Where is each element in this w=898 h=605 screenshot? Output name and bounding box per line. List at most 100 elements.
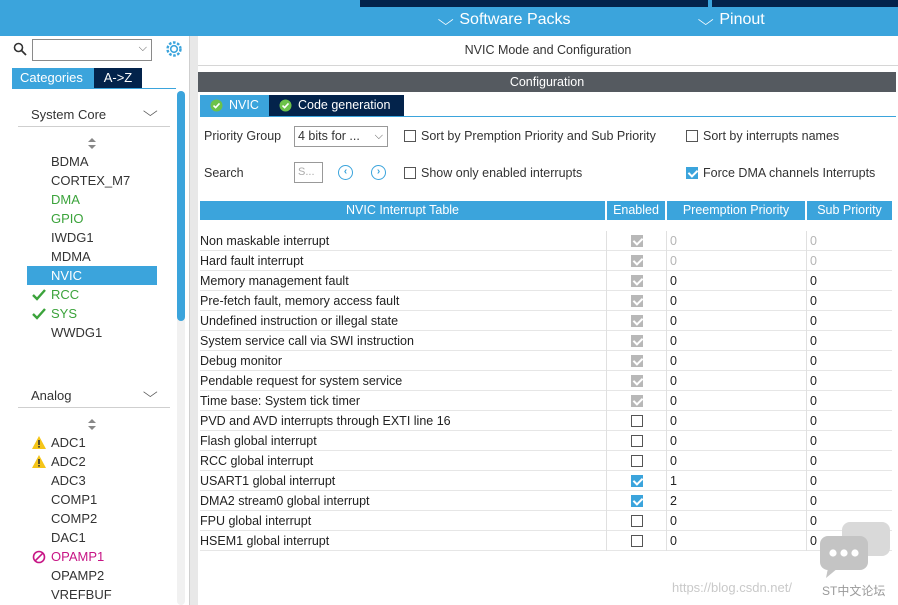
checkbox[interactable] <box>686 130 698 142</box>
preemption-priority-cell[interactable]: 0 <box>666 291 806 311</box>
preemption-priority-cell[interactable]: 0 <box>666 371 806 391</box>
chevron-down-icon[interactable]: ⌵ <box>139 42 147 55</box>
section-system-core[interactable]: System Core ⌵ <box>18 101 170 127</box>
preemption-priority-cell[interactable]: 0 <box>666 391 806 411</box>
sidebar-item-iwdg1[interactable]: IWDG1 <box>27 228 157 247</box>
tab-categories[interactable]: Categories <box>12 68 94 88</box>
table-row[interactable]: Time base: System tick timer 0 0 <box>200 391 892 411</box>
checkbox[interactable] <box>404 130 416 142</box>
sidebar-item-bdma[interactable]: BDMA <box>27 152 157 171</box>
sidebar-item-adc1[interactable]: ADC1 <box>27 433 157 452</box>
sort-names-checkbox[interactable]: Sort by interrupts names <box>686 129 839 143</box>
sub-priority-cell[interactable]: 0 <box>806 431 892 451</box>
table-row[interactable]: HSEM1 global interrupt 0 0 <box>200 531 892 551</box>
enabled-checkbox[interactable] <box>631 455 643 467</box>
sidebar-item-wwdg1[interactable]: WWDG1 <box>27 323 157 342</box>
sidebar-item-opamp2[interactable]: OPAMP2 <box>27 566 157 585</box>
preemption-priority-cell[interactable]: 0 <box>666 511 806 531</box>
force-dma-checkbox[interactable]: Force DMA channels Interrupts <box>686 166 875 180</box>
section-analog[interactable]: Analog ⌵ <box>18 382 170 408</box>
col-header-preemption[interactable]: Preemption Priority <box>667 201 805 220</box>
tab-code-generation[interactable]: Code generation <box>269 95 404 116</box>
search-next-icon[interactable]: › <box>371 165 386 180</box>
table-row[interactable]: Memory management fault 0 0 <box>200 271 892 291</box>
panel-splitter[interactable] <box>189 36 198 605</box>
table-row[interactable]: RCC global interrupt 0 0 <box>200 451 892 471</box>
table-row[interactable]: Hard fault interrupt 0 0 <box>200 251 892 271</box>
sort-icon[interactable] <box>88 138 98 152</box>
tab-a-to-z[interactable]: A->Z <box>94 68 142 88</box>
preemption-priority-cell[interactable]: 0 <box>666 271 806 291</box>
sidebar-item-opamp1[interactable]: OPAMP1 <box>27 547 157 566</box>
preemption-priority-cell[interactable]: 0 <box>666 311 806 331</box>
preemption-priority-cell[interactable]: 1 <box>666 471 806 491</box>
sub-priority-cell[interactable]: 0 <box>806 271 892 291</box>
sidebar-item-sys[interactable]: SYS <box>27 304 157 323</box>
table-row[interactable]: Flash global interrupt 0 0 <box>200 431 892 451</box>
checkbox[interactable] <box>404 167 416 179</box>
sidebar-item-dac1[interactable]: DAC1 <box>27 528 157 547</box>
table-row[interactable]: Undefined instruction or illegal state 0 0 <box>200 311 892 331</box>
table-row[interactable]: Debug monitor 0 0 <box>200 351 892 371</box>
sidebar-item-gpio[interactable]: GPIO <box>27 209 157 228</box>
search-prev-icon[interactable]: ‹ <box>338 165 353 180</box>
sub-priority-cell[interactable]: 0 <box>806 491 892 511</box>
table-row[interactable]: USART1 global interrupt 1 0 <box>200 471 892 491</box>
sidebar-item-vrefbuf[interactable]: VREFBUF <box>27 585 157 604</box>
preemption-priority-cell[interactable]: 0 <box>666 411 806 431</box>
sub-priority-cell[interactable]: 0 <box>806 291 892 311</box>
checkbox[interactable] <box>686 167 698 179</box>
enabled-checkbox[interactable] <box>631 475 643 487</box>
sub-priority-cell[interactable]: 0 <box>806 371 892 391</box>
sub-priority-cell[interactable]: 0 <box>806 391 892 411</box>
enabled-checkbox[interactable] <box>631 515 643 527</box>
sidebar-item-adc3[interactable]: ADC3 <box>27 471 157 490</box>
sub-priority-cell[interactable]: 0 <box>806 471 892 491</box>
col-header-enabled[interactable]: Enabled <box>607 201 665 220</box>
table-row[interactable]: Pendable request for system service 0 0 <box>200 371 892 391</box>
col-header-sub-priority[interactable]: Sub Priority <box>807 201 892 220</box>
gear-icon[interactable] <box>164 39 184 59</box>
category-search-input[interactable]: ⌵ <box>32 39 152 61</box>
sidebar-item-adc2[interactable]: ADC2 <box>27 452 157 471</box>
table-row[interactable]: FPU global interrupt 0 0 <box>200 511 892 531</box>
sub-priority-cell[interactable]: 0 <box>806 451 892 471</box>
sort-icon[interactable] <box>88 419 98 433</box>
chevron-down-icon[interactable]: ⌵ <box>143 103 158 120</box>
sidebar-item-cortex-m7[interactable]: CORTEX_M7 <box>27 171 157 190</box>
pinout-menu[interactable]: ⌵ Pinout <box>698 11 765 29</box>
preemption-priority-cell[interactable]: 0 <box>666 251 806 271</box>
sidebar-item-comp2[interactable]: COMP2 <box>27 509 157 528</box>
sidebar-item-rcc[interactable]: RCC <box>27 285 157 304</box>
enabled-checkbox[interactable] <box>631 415 643 427</box>
col-header-name[interactable]: NVIC Interrupt Table <box>200 201 605 220</box>
show-enabled-checkbox[interactable]: Show only enabled interrupts <box>404 166 582 180</box>
table-row[interactable]: Pre-fetch fault, memory access fault 0 0 <box>200 291 892 311</box>
preemption-priority-cell[interactable]: 0 <box>666 431 806 451</box>
sub-priority-cell[interactable]: 0 <box>806 251 892 271</box>
scrollbar-thumb[interactable] <box>177 91 185 321</box>
enabled-checkbox[interactable] <box>631 495 643 507</box>
enabled-checkbox[interactable] <box>631 535 643 547</box>
sidebar-item-comp1[interactable]: COMP1 <box>27 490 157 509</box>
table-row[interactable]: PVD and AVD interrupts through EXTI line… <box>200 411 892 431</box>
sidebar-item-dma[interactable]: DMA <box>27 190 157 209</box>
preemption-priority-cell[interactable]: 0 <box>666 531 806 551</box>
interrupt-search-input[interactable]: S... <box>294 162 323 183</box>
sidebar-item-mdma[interactable]: MDMA <box>27 247 157 266</box>
preemption-priority-cell[interactable]: 0 <box>666 351 806 371</box>
preemption-priority-cell[interactable]: 0 <box>666 331 806 351</box>
priority-group-select[interactable]: 4 bits for ... ⌵ <box>294 126 388 147</box>
search-icon[interactable] <box>13 42 27 56</box>
sub-priority-cell[interactable]: 0 <box>806 351 892 371</box>
sub-priority-cell[interactable]: 0 <box>806 311 892 331</box>
software-packs-menu[interactable]: ⌵ Software Packs <box>438 11 571 29</box>
chevron-down-icon[interactable]: ⌵ <box>143 384 158 401</box>
sub-priority-cell[interactable]: 0 <box>806 231 892 251</box>
table-row[interactable]: DMA2 stream0 global interrupt 2 0 <box>200 491 892 511</box>
sidebar-item-nvic[interactable]: NVIC <box>27 266 157 285</box>
sub-priority-cell[interactable]: 0 <box>806 331 892 351</box>
sub-priority-cell[interactable]: 0 <box>806 411 892 431</box>
table-row[interactable]: System service call via SWI instruction 0… <box>200 331 892 351</box>
preemption-priority-cell[interactable]: 0 <box>666 451 806 471</box>
